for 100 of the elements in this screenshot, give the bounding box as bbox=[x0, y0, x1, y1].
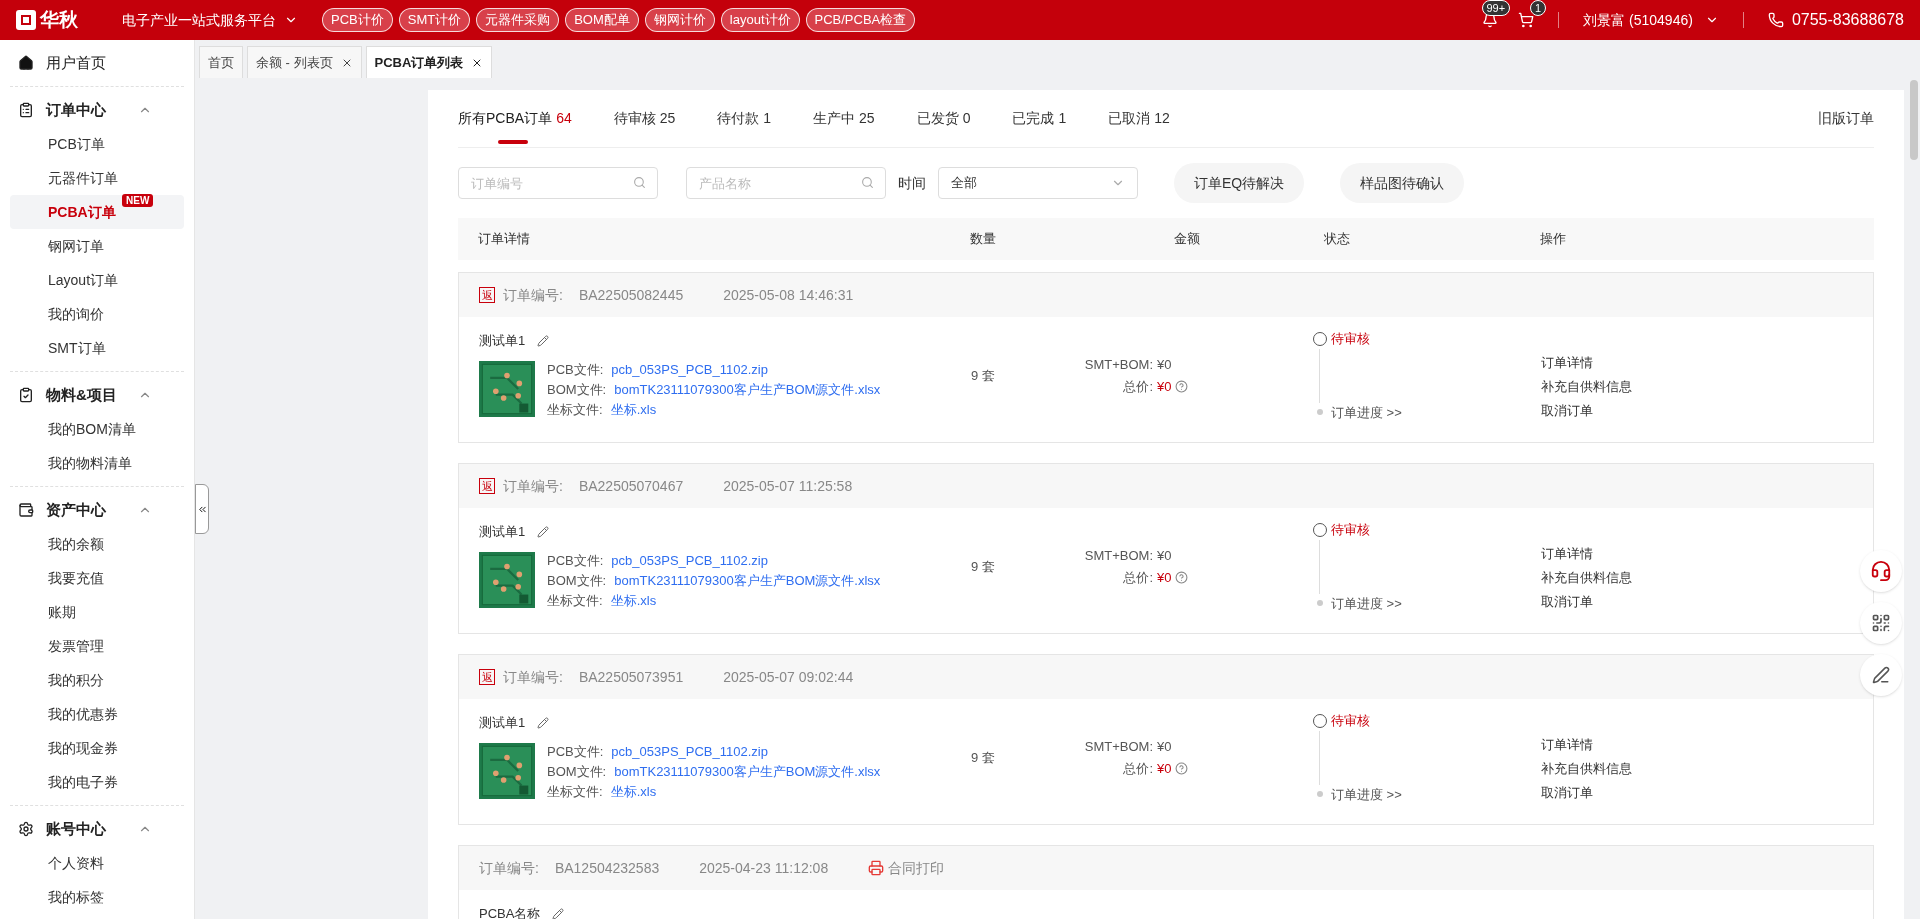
help-icon[interactable] bbox=[1175, 379, 1189, 393]
sidebar-item[interactable]: 我的询价 bbox=[10, 297, 184, 331]
order-status-tab[interactable]: 生产中 25 bbox=[813, 90, 875, 147]
scrollbar[interactable] bbox=[1910, 80, 1918, 160]
section-icon bbox=[18, 821, 34, 837]
sidebar-item[interactable]: 我的BOM清单 bbox=[10, 412, 184, 446]
sidebar-item[interactable]: 我的优惠券 bbox=[10, 697, 184, 731]
cart-icon[interactable] bbox=[1518, 12, 1535, 28]
file-label: BOM文件: bbox=[547, 572, 607, 590]
sidebar-section-header[interactable]: 资产中心 bbox=[10, 493, 184, 527]
sidebar-item[interactable]: Layout订单 bbox=[10, 263, 184, 297]
nav-pill[interactable]: 钢网计价 bbox=[644, 8, 715, 32]
nav-pill[interactable]: 元器件采购 bbox=[476, 8, 560, 32]
headset-icon bbox=[1870, 560, 1892, 582]
product-name-search-field[interactable]: 产品名称 bbox=[686, 167, 886, 199]
notification-badge: 99+ bbox=[1481, 0, 1511, 16]
order-name: 测试单1 bbox=[479, 714, 526, 733]
time-select[interactable]: 全部 bbox=[938, 167, 1138, 199]
order-action-link[interactable]: 取消订单 bbox=[1541, 783, 1593, 803]
help-icon[interactable] bbox=[1175, 761, 1189, 775]
order-action-link[interactable]: 取消订单 bbox=[1541, 401, 1593, 421]
order-progress-link[interactable]: 订单进度 >> bbox=[1331, 593, 1402, 613]
order-time: 2025-05-07 11:25:58 bbox=[723, 476, 853, 496]
sidebar-item[interactable]: 我要充值 bbox=[10, 561, 184, 595]
order-number-search-field[interactable]: 订单编号 bbox=[458, 167, 658, 199]
column-header: 状态 bbox=[1323, 230, 1351, 249]
total-label: 总价: bbox=[1122, 377, 1153, 396]
sidebar-item[interactable]: 我的标签 bbox=[10, 880, 184, 914]
sidebar-item[interactable]: 发票管理 bbox=[10, 629, 184, 663]
nav-pill[interactable]: layout计价 bbox=[720, 8, 800, 32]
order-status-tab[interactable]: 所有PCBA订单 64 bbox=[458, 90, 572, 147]
sidebar-item[interactable]: PCB订单 bbox=[10, 127, 184, 161]
order-action-link[interactable]: 取消订单 bbox=[1541, 592, 1593, 612]
order-action-link[interactable]: 补充自供料信息 bbox=[1541, 759, 1632, 779]
order-progress-link[interactable]: 订单进度 >> bbox=[1331, 402, 1402, 422]
total-price: ¥0 bbox=[1157, 568, 1172, 587]
new-badge: NEW bbox=[122, 194, 154, 207]
file-link[interactable]: bomTK23111079300客户生产BOM源文件.xlsx bbox=[614, 381, 881, 399]
edit-icon[interactable] bbox=[537, 335, 550, 347]
file-label: BOM文件: bbox=[547, 763, 607, 781]
sidebar-item[interactable]: 我的余额 bbox=[10, 527, 184, 561]
file-link[interactable]: 坐标.xls bbox=[610, 783, 657, 801]
sidebar-item[interactable]: 我的现金券 bbox=[10, 731, 184, 765]
search-icon bbox=[861, 176, 874, 189]
sidebar-item[interactable]: 账期 bbox=[10, 595, 184, 629]
sidebar-item[interactable]: 个人资料 bbox=[10, 846, 184, 880]
sidebar-item[interactable]: SMT订单 bbox=[10, 331, 184, 365]
order-action-link[interactable]: 订单详情 bbox=[1541, 353, 1593, 373]
contract-print-button[interactable]: 合同打印 bbox=[868, 857, 945, 879]
nav-pill[interactable]: PCB/PCBA检查 bbox=[805, 8, 916, 32]
sidebar-item[interactable]: 元器件订单 bbox=[10, 161, 184, 195]
sidebar-item[interactable]: 我的电子券 bbox=[10, 765, 184, 799]
sidebar-section-header[interactable]: 账号中心 bbox=[10, 812, 184, 846]
edit-icon[interactable] bbox=[537, 526, 550, 538]
filter-button[interactable]: 样品图待确认 bbox=[1340, 163, 1465, 203]
sidebar-item[interactable]: 钢网订单 bbox=[10, 229, 184, 263]
order-action-link[interactable]: 订单详情 bbox=[1541, 735, 1593, 755]
total-price: ¥0 bbox=[1157, 759, 1172, 778]
platform-dropdown[interactable]: 电子产业一站式服务平台 bbox=[122, 9, 298, 31]
sidebar-section-header[interactable]: 订单中心 bbox=[10, 93, 184, 127]
file-link[interactable]: 坐标.xls bbox=[610, 592, 657, 610]
file-link[interactable]: bomTK23111079300客户生产BOM源文件.xlsx bbox=[614, 763, 881, 781]
order-status-tab[interactable]: 已完成 1 bbox=[1012, 90, 1067, 147]
file-link[interactable]: 坐标.xls bbox=[610, 401, 657, 419]
order-status-tab[interactable]: 已发货 0 bbox=[916, 90, 971, 147]
sidebar-item[interactable]: 我的积分 bbox=[10, 663, 184, 697]
nav-pill[interactable]: PCB计价 bbox=[322, 8, 393, 32]
file-link[interactable]: bomTK23111079300客户生产BOM源文件.xlsx bbox=[614, 572, 881, 590]
nav-pill[interactable]: BOM配单 bbox=[565, 8, 639, 32]
edit-icon[interactable] bbox=[552, 908, 565, 919]
sidebar-item[interactable]: 用户首页 bbox=[10, 46, 184, 80]
sidebar-item[interactable]: 我的物料清单 bbox=[10, 446, 184, 480]
old-orders-link[interactable]: 旧版订单 bbox=[1818, 108, 1874, 129]
nav-pill[interactable]: SMT计价 bbox=[398, 8, 471, 32]
page-tab[interactable]: 余额 - 列表页 bbox=[247, 46, 362, 78]
sidebar-item[interactable]: PCBA订单 NEW bbox=[10, 195, 184, 229]
section-icon bbox=[18, 502, 34, 518]
sidebar-section-header[interactable]: 物料&项目 bbox=[10, 378, 184, 412]
help-icon[interactable] bbox=[1175, 570, 1189, 584]
order-action-link[interactable]: 补充自供料信息 bbox=[1541, 568, 1632, 588]
edit-icon[interactable] bbox=[537, 717, 550, 729]
order-status-tab[interactable]: 待审核 25 bbox=[613, 90, 676, 147]
user-menu[interactable]: 刘景富 (5104946) bbox=[1583, 9, 1719, 31]
pen-icon bbox=[1872, 666, 1890, 684]
logo-text[interactable]: 华秋 bbox=[40, 5, 78, 35]
smt-bom-price: ¥0 bbox=[1157, 738, 1173, 756]
file-link[interactable]: pcb_053PS_PCB_1102.zip bbox=[611, 552, 768, 570]
order-status-tab[interactable]: 待付款 1 bbox=[717, 90, 772, 147]
order-progress-link[interactable]: 订单进度 >> bbox=[1331, 784, 1402, 804]
column-header: 金额 bbox=[1173, 230, 1201, 249]
rebate-icon: 返 bbox=[479, 669, 495, 685]
filter-button[interactable]: 订单EQ待解决 bbox=[1174, 163, 1305, 203]
order-action-link[interactable]: 订单详情 bbox=[1541, 544, 1593, 564]
order-status-tab[interactable]: 已取消 12 bbox=[1108, 90, 1170, 147]
file-link[interactable]: pcb_053PS_PCB_1102.zip bbox=[611, 743, 768, 761]
page-tab[interactable]: 首页 bbox=[199, 46, 243, 78]
page-tab[interactable]: PCBA订单列表 bbox=[365, 46, 493, 78]
file-link[interactable]: pcb_053PS_PCB_1102.zip bbox=[611, 361, 768, 379]
order-action-link[interactable]: 补充自供料信息 bbox=[1541, 377, 1632, 397]
collapse-sidebar-button[interactable] bbox=[195, 484, 209, 534]
